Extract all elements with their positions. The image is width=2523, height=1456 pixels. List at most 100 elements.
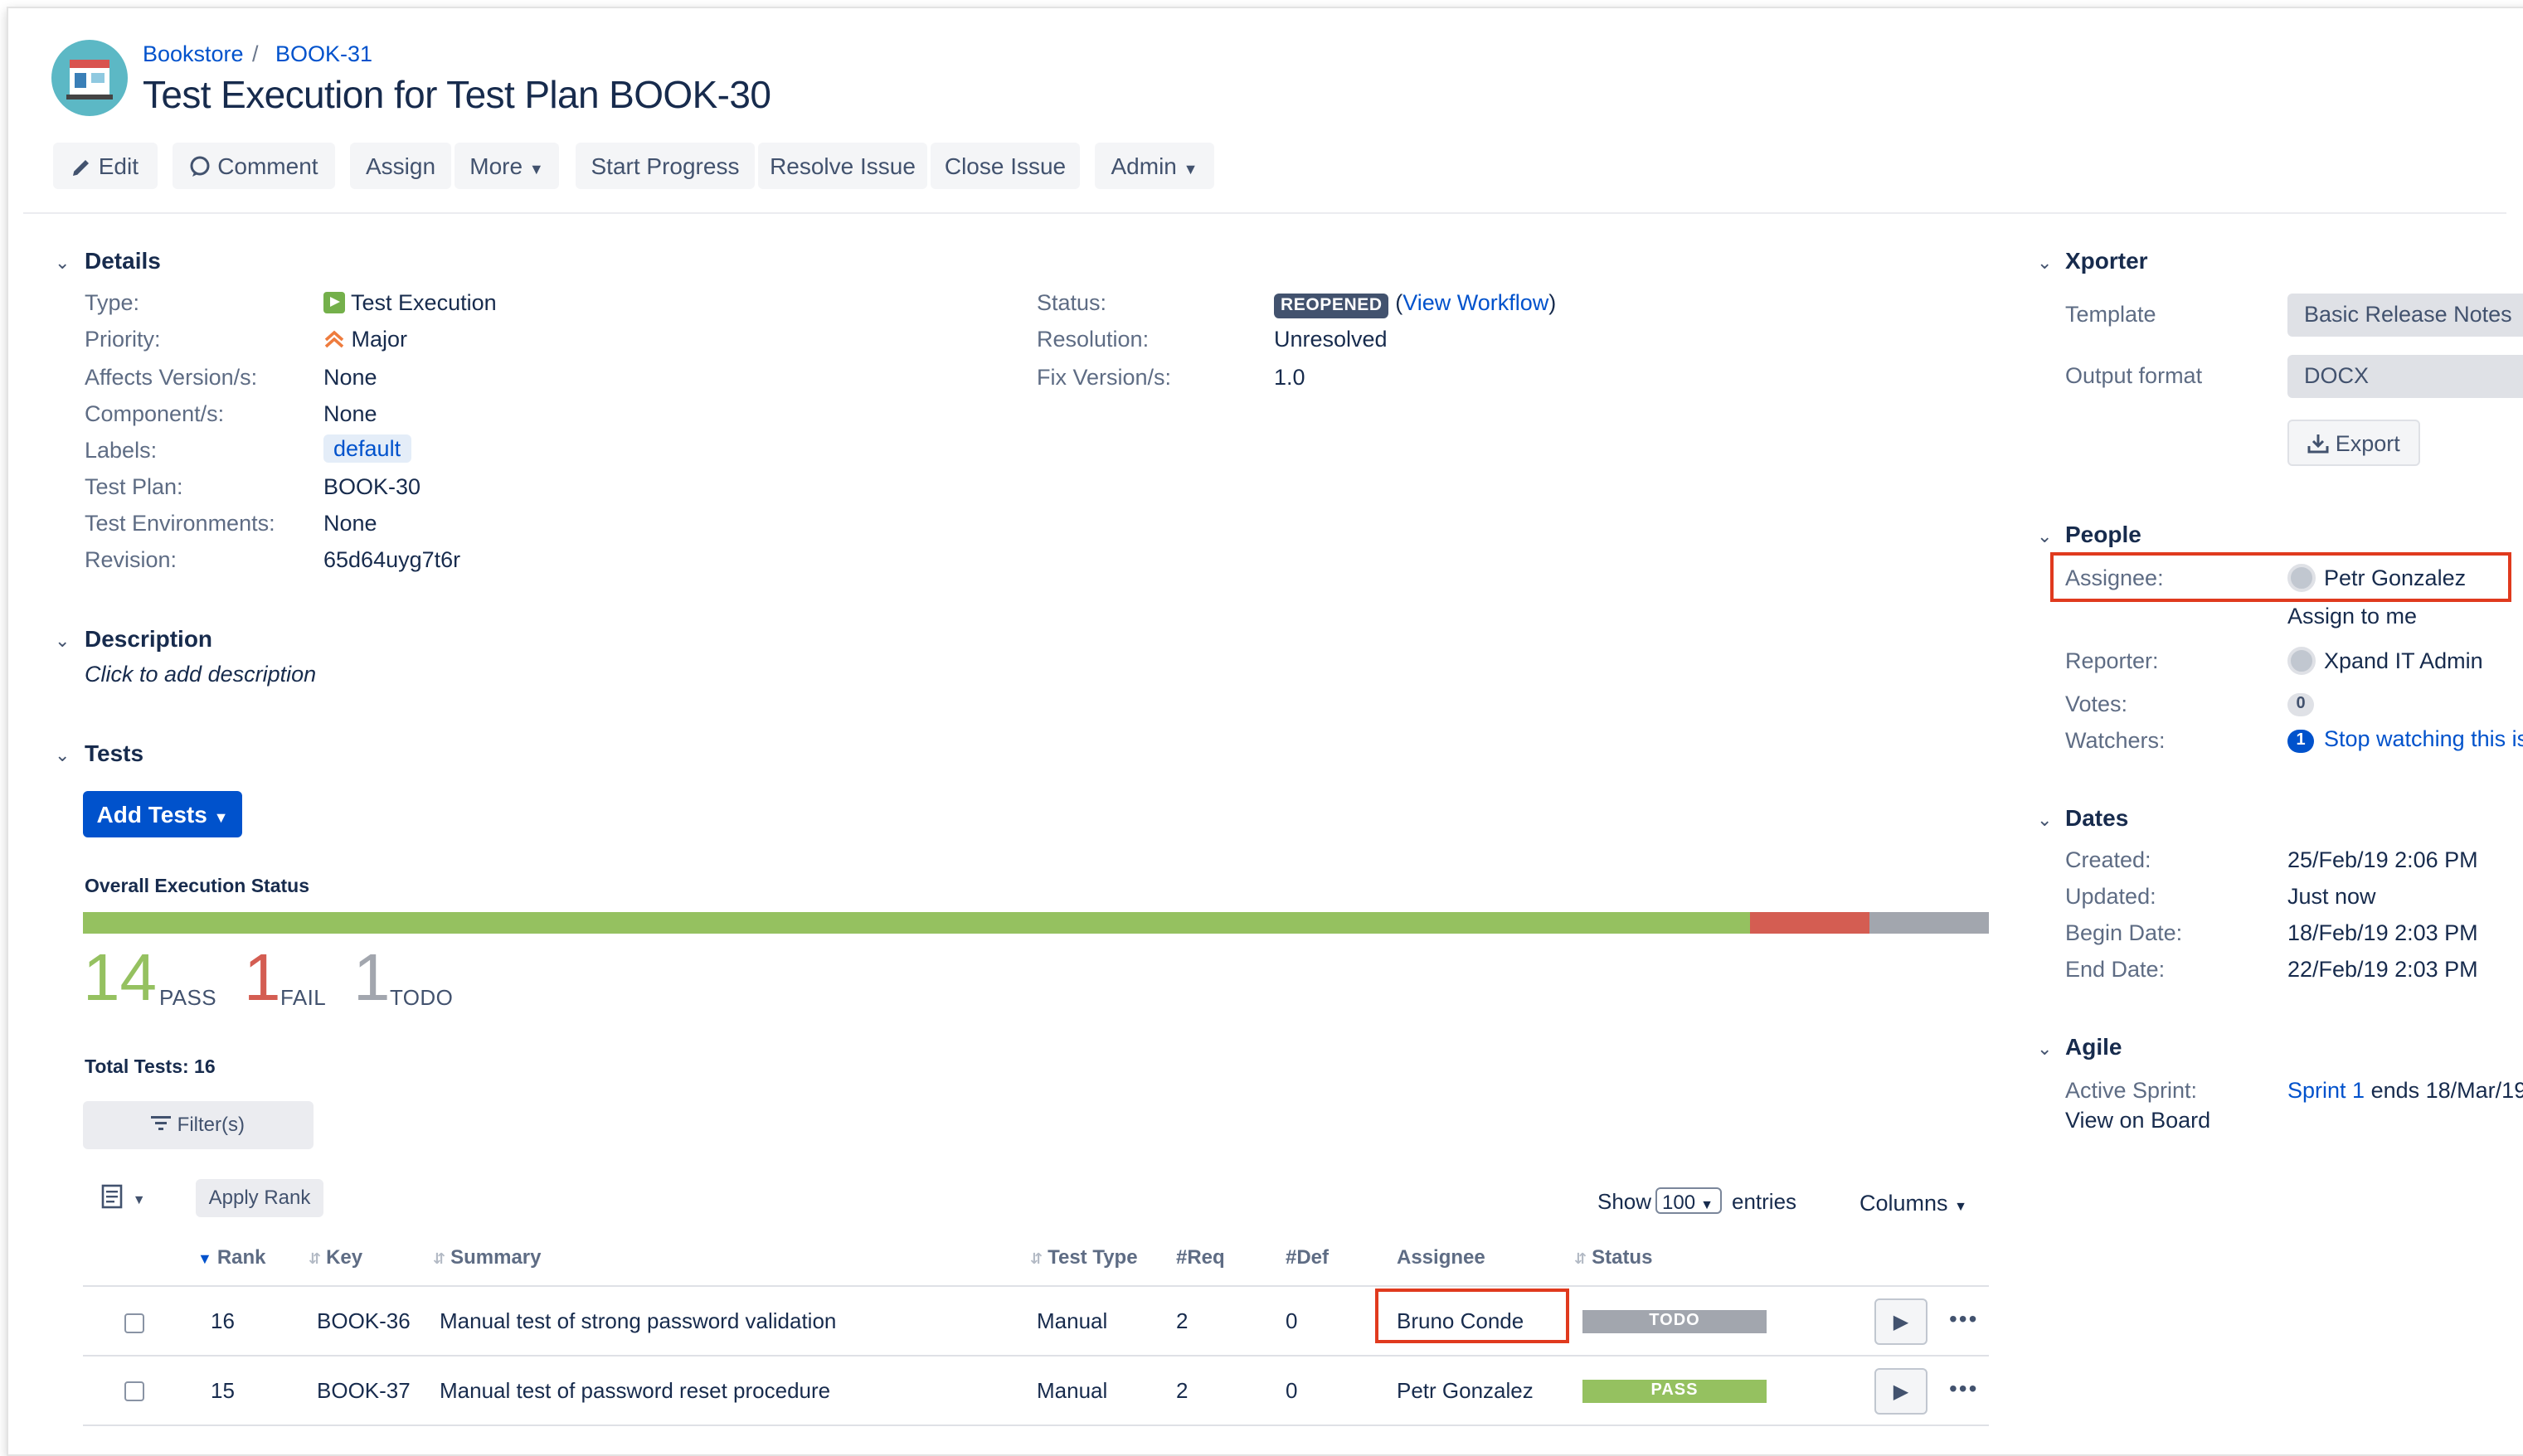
entries-select[interactable]: 100 ▼: [1655, 1187, 1722, 1214]
chevron-down-icon[interactable]: ⌄: [2037, 526, 2052, 547]
close-issue-button[interactable]: Close Issue: [931, 143, 1080, 189]
reporter-value[interactable]: Xpand IT Admin: [2287, 647, 2483, 675]
chevron-down-icon: ▼: [1183, 161, 1198, 177]
sprint-link[interactable]: Sprint 1: [2287, 1078, 2365, 1103]
active-sprint-value: Sprint 1 ends 18/Mar/19: [2287, 1078, 2523, 1103]
chevron-down-icon[interactable]: ⌄: [2037, 1038, 2052, 1060]
execution-bar-fail: [1750, 912, 1869, 934]
chevron-down-icon[interactable]: ⌄: [55, 630, 70, 652]
filters-button[interactable]: Filter(s): [83, 1101, 314, 1149]
fix-version-link[interactable]: 1.0: [1274, 365, 1305, 390]
row-def: 0: [1286, 1308, 1298, 1333]
header-divider: [23, 212, 2506, 214]
column-header-key[interactable]: ⇵ Key: [309, 1245, 362, 1269]
column-header-rank[interactable]: ▼ Rank: [197, 1245, 266, 1269]
column-header-req[interactable]: #Req: [1176, 1245, 1225, 1269]
view-on-board-link[interactable]: View on Board: [2065, 1108, 2210, 1133]
column-header-assignee[interactable]: Assignee: [1397, 1245, 1485, 1269]
agile-heading[interactable]: Agile: [2065, 1033, 2122, 1060]
type-label: Type:: [85, 290, 140, 315]
row-checkbox[interactable]: [124, 1381, 144, 1401]
column-header-summary[interactable]: ⇵ Summary: [433, 1245, 542, 1269]
list-settings-icon: [101, 1184, 123, 1209]
execution-bar-todo: [1869, 912, 1989, 934]
summary-header-label: Summary: [450, 1245, 542, 1269]
watchers-value[interactable]: 1 Stop watching this issue: [2287, 726, 2523, 753]
test-plan-link[interactable]: BOOK-30: [323, 474, 420, 499]
column-header-def[interactable]: #Def: [1286, 1245, 1329, 1269]
admin-label: Admin: [1111, 153, 1177, 179]
end-date-label: End Date:: [2065, 957, 2166, 982]
execute-button[interactable]: ▶: [1874, 1298, 1927, 1345]
column-header-status[interactable]: ⇵ Status: [1574, 1245, 1652, 1269]
row-key-link[interactable]: BOOK-37: [317, 1378, 411, 1403]
row-rank: 15: [211, 1378, 235, 1403]
template-select[interactable]: Basic Release Notes: [2287, 294, 2523, 337]
fail-label: FAIL: [280, 985, 327, 1010]
add-tests-button[interactable]: Add Tests ▼: [83, 791, 242, 837]
stop-watching-link[interactable]: Stop watching this issue: [2324, 726, 2523, 751]
resolve-issue-button[interactable]: Resolve Issue: [758, 143, 927, 189]
description-placeholder[interactable]: Click to add description: [85, 662, 316, 687]
fail-count: 1: [244, 942, 281, 1015]
chevron-down-icon[interactable]: ⌄: [55, 252, 70, 274]
view-workflow-close-paren: ): [1548, 290, 1557, 315]
tests-heading[interactable]: Tests: [85, 740, 143, 766]
assign-button[interactable]: Assign: [350, 143, 451, 189]
chevron-down-icon[interactable]: ⌄: [55, 745, 70, 766]
test-plan-label: Test Plan:: [85, 474, 183, 499]
xporter-heading[interactable]: Xporter: [2065, 247, 2148, 274]
apply-rank-button[interactable]: Apply Rank: [196, 1179, 323, 1217]
row-key-link[interactable]: BOOK-36: [317, 1308, 411, 1333]
status-lozenge: REOPENED: [1274, 294, 1389, 318]
row-summary-link[interactable]: Manual test of password reset procedure: [440, 1378, 830, 1403]
row-actions-icon[interactable]: •••: [1949, 1375, 1978, 1401]
start-progress-button[interactable]: Start Progress: [576, 143, 755, 189]
begin-date-label: Begin Date:: [2065, 920, 2183, 945]
column-header-test-type[interactable]: ⇵ Test Type: [1030, 1245, 1138, 1269]
type-text: Test Execution: [351, 290, 497, 315]
chevron-down-icon[interactable]: ⌄: [2037, 252, 2052, 274]
column-config-button[interactable]: ▼: [101, 1184, 146, 1216]
columns-dropdown[interactable]: Columns ▼: [1859, 1191, 1967, 1216]
affects-version-label: Affects Version/s:: [85, 365, 258, 390]
export-button[interactable]: Export: [2287, 420, 2420, 466]
execute-button[interactable]: ▶: [1874, 1368, 1927, 1415]
row-summary-link[interactable]: Manual test of strong password validatio…: [440, 1308, 836, 1333]
edit-button[interactable]: Edit: [53, 143, 158, 189]
sort-icon: ⇵: [1030, 1250, 1043, 1267]
label-default[interactable]: default: [323, 434, 411, 463]
resolution-label: Resolution:: [1037, 327, 1150, 352]
reporter-label: Reporter:: [2065, 648, 2159, 673]
component-value: None: [323, 401, 377, 426]
row-checkbox[interactable]: [124, 1313, 144, 1333]
breadcrumb-project-link[interactable]: Bookstore: [143, 41, 244, 66]
view-workflow-link[interactable]: View Workflow: [1402, 290, 1548, 315]
description-heading[interactable]: Description: [85, 625, 212, 652]
details-heading[interactable]: Details: [85, 247, 161, 274]
chevron-down-icon[interactable]: ⌄: [2037, 809, 2052, 831]
revision-value: 65d64uyg7t6r: [323, 547, 461, 572]
test-type-header-label: Test Type: [1048, 1245, 1138, 1269]
execution-bar-pass: [83, 912, 1750, 934]
comment-button[interactable]: Comment: [173, 143, 335, 189]
project-avatar[interactable]: [51, 40, 128, 116]
entries-select-value: 100: [1662, 1191, 1696, 1214]
more-button[interactable]: More ▼: [455, 143, 559, 189]
breadcrumb-issue-link[interactable]: BOOK-31: [275, 41, 372, 66]
row-assignee-link[interactable]: Petr Gonzalez: [1397, 1378, 1534, 1403]
row-rank: 16: [211, 1308, 235, 1333]
assign-to-me-link[interactable]: Assign to me: [2287, 604, 2417, 629]
output-format-select[interactable]: DOCX: [2287, 355, 2523, 398]
people-heading[interactable]: People: [2065, 521, 2141, 547]
row-actions-icon[interactable]: •••: [1949, 1305, 1978, 1332]
comment-label: Comment: [217, 153, 318, 179]
admin-button[interactable]: Admin ▼: [1095, 143, 1214, 189]
dates-heading[interactable]: Dates: [2065, 804, 2128, 831]
end-date-value: 22/Feb/19 2:03 PM: [2287, 957, 2478, 982]
votes-value[interactable]: 0: [2287, 690, 2324, 716]
row-req-link[interactable]: 2: [1176, 1308, 1188, 1333]
created-value: 25/Feb/19 2:06 PM: [2287, 847, 2478, 872]
chevron-down-icon: ▼: [213, 809, 229, 826]
row-req-link[interactable]: 2: [1176, 1378, 1188, 1403]
